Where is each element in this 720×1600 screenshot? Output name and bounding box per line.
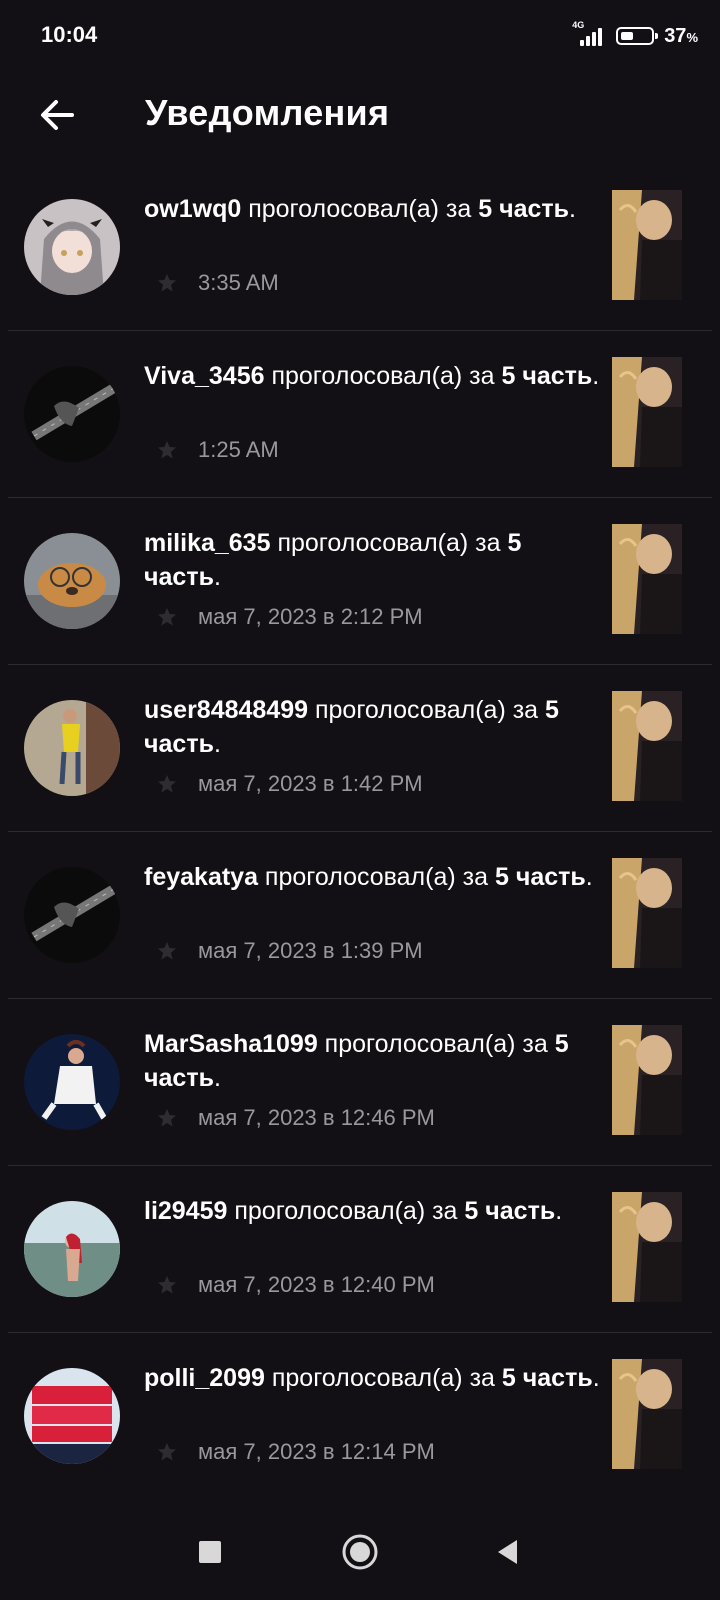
notification-meta: 3:35 AM xyxy=(144,268,279,298)
notification-time: мая 7, 2023 в 1:42 PM xyxy=(198,771,423,796)
notification-item[interactable]: Viva_3456 проголосовал(а) за 5 часть. 1:… xyxy=(8,331,712,498)
notification-item[interactable]: MarSasha1099 проголосовал(а) за 5 часть.… xyxy=(8,999,712,1166)
notification-time: мая 7, 2023 в 1:39 PM xyxy=(198,938,423,963)
notification-text: ow1wq0 проголосовал(а) за 5 часть. xyxy=(144,195,576,223)
star-icon xyxy=(158,775,176,793)
star-icon xyxy=(158,274,176,292)
notification-meta: мая 7, 2023 в 12:14 PM xyxy=(144,1437,435,1467)
avatar[interactable] xyxy=(24,867,120,963)
notification-text: milika_635 проголосовал(а) за 5 часть. xyxy=(144,529,522,591)
avatar[interactable] xyxy=(24,1034,120,1130)
status-icons: 4G 37% xyxy=(572,20,698,50)
story-cover-thumbnail[interactable] xyxy=(612,1359,682,1469)
notification-list: ow1wq0 проголосовал(а) за 5 часть. 3:35 … xyxy=(0,164,720,1500)
notification-item[interactable]: polli_2099 проголосовал(а) за 5 часть. м… xyxy=(8,1333,712,1500)
app-header: Уведомления xyxy=(0,72,720,158)
square-icon xyxy=(199,1541,221,1563)
notification-text: user84848499 проголосовал(а) за 5 часть. xyxy=(144,696,559,758)
notification-meta: мая 7, 2023 в 12:40 PM xyxy=(144,1270,435,1300)
network-type: 4G xyxy=(572,20,585,30)
circle-icon xyxy=(342,1534,378,1570)
signal-icon: 4G xyxy=(572,20,606,48)
notification-time: мая 7, 2023 в 12:40 PM xyxy=(198,1272,435,1297)
notification-text: li29459 проголосовал(а) за 5 часть. xyxy=(144,1197,563,1225)
notification-item[interactable]: li29459 проголосовал(а) за 5 часть. мая … xyxy=(8,1166,712,1333)
notification-meta: 1:25 AM xyxy=(144,435,279,465)
notification-text: feyakatya проголосовал(а) за 5 часть. xyxy=(144,863,593,891)
avatar[interactable] xyxy=(24,700,120,796)
story-cover-thumbnail[interactable] xyxy=(612,190,682,300)
notification-time: 3:35 AM xyxy=(198,270,279,295)
notification-meta: мая 7, 2023 в 1:39 PM xyxy=(144,936,423,966)
story-cover-thumbnail[interactable] xyxy=(612,858,682,968)
notification-item[interactable]: user84848499 проголосовал(а) за 5 часть.… xyxy=(8,665,712,832)
status-bar: 10:04 4G 37% xyxy=(0,0,720,72)
avatar[interactable] xyxy=(24,1201,120,1297)
page-title: Уведомления xyxy=(145,92,390,133)
notification-text: polli_2099 проголосовал(а) за 5 часть. xyxy=(144,1364,600,1392)
star-icon xyxy=(158,1109,176,1127)
home-button[interactable] xyxy=(340,1532,380,1572)
avatar[interactable] xyxy=(24,199,120,295)
notification-item[interactable]: feyakatya проголосовал(а) за 5 часть. ма… xyxy=(8,832,712,999)
system-back-button[interactable] xyxy=(488,1532,528,1572)
star-icon xyxy=(158,608,176,626)
recents-button[interactable] xyxy=(190,1532,230,1572)
avatar[interactable] xyxy=(24,366,120,462)
triangle-back-icon xyxy=(498,1540,517,1564)
notification-item[interactable]: ow1wq0 проголосовал(а) за 5 часть. 3:35 … xyxy=(8,164,712,331)
story-cover-thumbnail[interactable] xyxy=(612,357,682,467)
star-icon xyxy=(158,942,176,960)
notification-time: мая 7, 2023 в 12:14 PM xyxy=(198,1439,435,1464)
story-cover-thumbnail[interactable] xyxy=(612,1192,682,1302)
notification-meta: мая 7, 2023 в 1:42 PM xyxy=(144,769,423,799)
notification-text: MarSasha1099 проголосовал(а) за 5 часть. xyxy=(144,1030,569,1092)
notification-time: мая 7, 2023 в 12:46 PM xyxy=(198,1105,435,1130)
story-cover-thumbnail[interactable] xyxy=(612,524,682,634)
battery-percent: 37% xyxy=(664,24,698,47)
story-cover-thumbnail[interactable] xyxy=(612,691,682,801)
notification-time: 1:25 AM xyxy=(198,437,279,462)
notification-meta: мая 7, 2023 в 2:12 PM xyxy=(144,602,423,632)
star-icon xyxy=(158,1276,176,1294)
battery-icon xyxy=(616,27,659,45)
notification-text: Viva_3456 проголосовал(а) за 5 часть. xyxy=(144,362,600,390)
notification-item[interactable]: milika_635 проголосовал(а) за 5 часть. м… xyxy=(8,498,712,665)
status-time: 10:04 xyxy=(41,22,98,47)
story-cover-thumbnail[interactable] xyxy=(612,1025,682,1135)
notification-meta: мая 7, 2023 в 12:46 PM xyxy=(144,1103,435,1133)
avatar[interactable] xyxy=(24,1368,120,1464)
avatar[interactable] xyxy=(24,533,120,629)
arrow-back-icon xyxy=(41,100,74,130)
star-icon xyxy=(158,441,176,459)
notification-time: мая 7, 2023 в 2:12 PM xyxy=(198,604,423,629)
star-icon xyxy=(158,1443,176,1461)
back-button[interactable] xyxy=(32,90,82,140)
system-nav-bar xyxy=(0,1500,720,1600)
